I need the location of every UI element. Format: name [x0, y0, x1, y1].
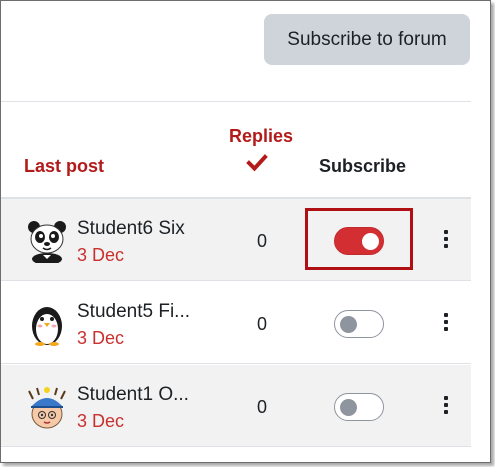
last-post-date[interactable]: 3 Dec	[77, 411, 124, 432]
table-row: Student5 Fi... 3 Dec 0	[1, 282, 471, 364]
toggle-knob	[340, 316, 357, 333]
penguin-avatar-icon	[32, 307, 62, 346]
kebab-menu-icon[interactable]	[441, 313, 451, 333]
table-row: Student6 Six 3 Dec 0	[1, 199, 471, 281]
author-name[interactable]: Student1 O...	[77, 384, 189, 406]
column-header-last-post[interactable]: Last post	[24, 156, 104, 177]
kebab-menu-icon[interactable]	[441, 396, 451, 416]
last-post-date[interactable]: 3 Dec	[77, 328, 124, 349]
kebab-menu-icon[interactable]	[441, 230, 451, 250]
subscribe-toggle[interactable]	[334, 310, 384, 338]
replies-count: 0	[257, 314, 268, 334]
boy-avatar-icon	[28, 387, 66, 429]
column-header-subscribe: Subscribe	[319, 156, 407, 176]
table-row: Student1 O... 3 Dec 0	[1, 365, 471, 447]
divider	[1, 101, 471, 102]
replies-count: 0	[257, 397, 268, 417]
column-header-replies[interactable]: Replies	[229, 126, 293, 147]
sort-check-icon	[246, 154, 268, 172]
subscribe-toggle[interactable]	[334, 227, 384, 255]
subscribe-toggle[interactable]	[334, 393, 384, 421]
replies-count: 0	[257, 231, 268, 251]
toggle-knob	[362, 233, 379, 250]
forum-discussion-panel: Subscribe to forum Last post Replies Sub…	[0, 0, 491, 463]
panda-avatar-icon	[28, 221, 66, 263]
author-name[interactable]: Student6 Six	[77, 218, 185, 240]
last-post-date[interactable]: 3 Dec	[77, 245, 124, 266]
toggle-knob	[340, 399, 357, 416]
subscribe-to-forum-button[interactable]: Subscribe to forum	[264, 14, 470, 65]
author-name[interactable]: Student5 Fi...	[77, 301, 190, 323]
